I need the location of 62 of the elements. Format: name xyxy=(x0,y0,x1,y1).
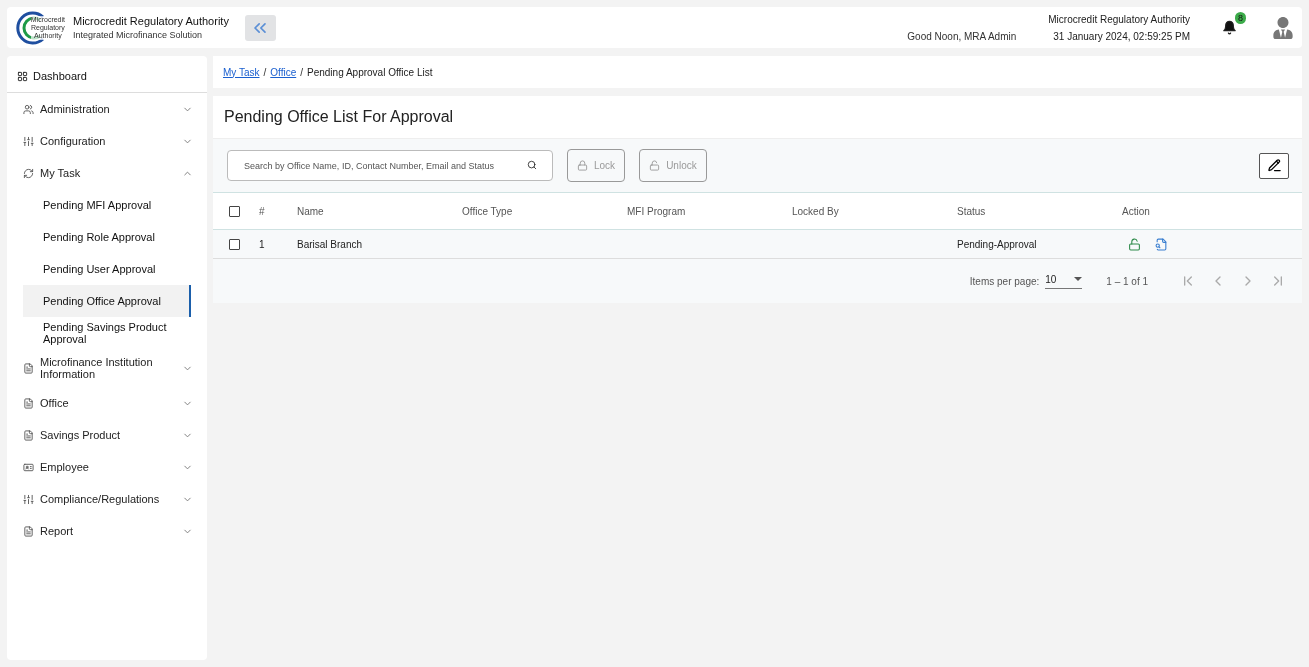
column-header: Status xyxy=(957,192,1122,230)
notification-count: 8 xyxy=(1235,11,1246,24)
menu-item[interactable]: Office xyxy=(40,397,176,409)
unlock-icon xyxy=(649,160,661,171)
menu-item[interactable]: Employee xyxy=(40,461,176,473)
breadcrumb-separator: / xyxy=(300,66,303,78)
page-range: 1 – 1 of 1 xyxy=(1106,275,1148,287)
user-avatar-icon[interactable] xyxy=(1272,16,1294,39)
column-header: Action xyxy=(1122,192,1302,230)
unlock-icon[interactable] xyxy=(1128,237,1141,251)
checkbox[interactable] xyxy=(229,238,240,250)
menu-item[interactable]: Microfinance Institution Information xyxy=(40,356,176,380)
submenu-item[interactable]: Pending Role Approval xyxy=(23,221,191,253)
organization-name: Microcredit Regulatory Authority xyxy=(1048,13,1190,25)
breadcrumb-separator: / xyxy=(263,66,267,78)
menu-item[interactable]: Compliance/Regulations xyxy=(40,493,176,505)
page-size-select[interactable]: 10 xyxy=(1045,273,1083,289)
app-title: Microcredit Regulatory Authority xyxy=(73,15,229,27)
column-header: Locked By xyxy=(792,192,957,230)
notification-bell-icon[interactable] xyxy=(1222,20,1237,35)
column-header: Office Type xyxy=(462,192,627,230)
id-card-icon xyxy=(23,461,34,473)
column-header: Name xyxy=(297,192,462,230)
table-cell: Pending-Approval xyxy=(957,230,1122,259)
document-view-icon[interactable] xyxy=(1155,237,1168,251)
document-icon xyxy=(23,362,34,374)
dashboard-link[interactable]: Dashboard xyxy=(33,70,87,82)
submenu-item[interactable]: Pending Savings Product Approval xyxy=(23,317,191,349)
column-settings-button[interactable] xyxy=(1259,152,1289,179)
menu-item[interactable]: Administration xyxy=(40,103,176,115)
search-field[interactable]: Search by Office Name, ID, Contact Number, Email and Status xyxy=(227,150,553,181)
items-per-page-label: Items per page: xyxy=(969,275,1040,287)
column-header: # xyxy=(259,192,297,230)
date-time: 31 January 2024, 02:59:25 PM xyxy=(1053,30,1190,42)
breadcrumb-link[interactable]: Office xyxy=(270,66,297,78)
refresh-icon xyxy=(23,167,34,179)
document-icon xyxy=(23,397,34,409)
grid-icon xyxy=(17,70,28,82)
app-subtitle: Integrated Microfinance Solution xyxy=(73,30,204,40)
users-icon xyxy=(23,103,34,115)
menu-item[interactable]: Report xyxy=(40,525,176,537)
collapse-sidebar-button[interactable] xyxy=(244,14,276,41)
pencil-icon xyxy=(1266,158,1282,173)
submenu-item[interactable]: Pending MFI Approval xyxy=(23,189,191,221)
submenu-item[interactable]: Pending User Approval xyxy=(23,253,191,285)
breadcrumb-current: Pending Approval Office List xyxy=(307,66,433,78)
greeting: Good Noon, MRA Admin xyxy=(907,30,1017,42)
search-icon xyxy=(527,160,537,170)
menu-item[interactable]: My Task xyxy=(40,167,176,179)
checkbox[interactable] xyxy=(229,205,240,217)
lock-icon xyxy=(577,160,588,171)
column-header: MFI Program xyxy=(627,192,792,230)
submenu-item[interactable]: Pending Office Approval xyxy=(23,285,191,317)
menu-item[interactable]: Savings Product xyxy=(40,429,176,441)
document-icon xyxy=(23,525,34,537)
menu-item[interactable]: Configuration xyxy=(40,135,176,147)
table-cell: Barisal Branch xyxy=(297,230,462,259)
sliders-icon xyxy=(23,135,34,147)
breadcrumb-link[interactable]: My Task xyxy=(223,66,260,78)
document-icon xyxy=(23,429,34,441)
table-cell: 1 xyxy=(259,230,297,259)
sliders-icon xyxy=(23,493,34,505)
